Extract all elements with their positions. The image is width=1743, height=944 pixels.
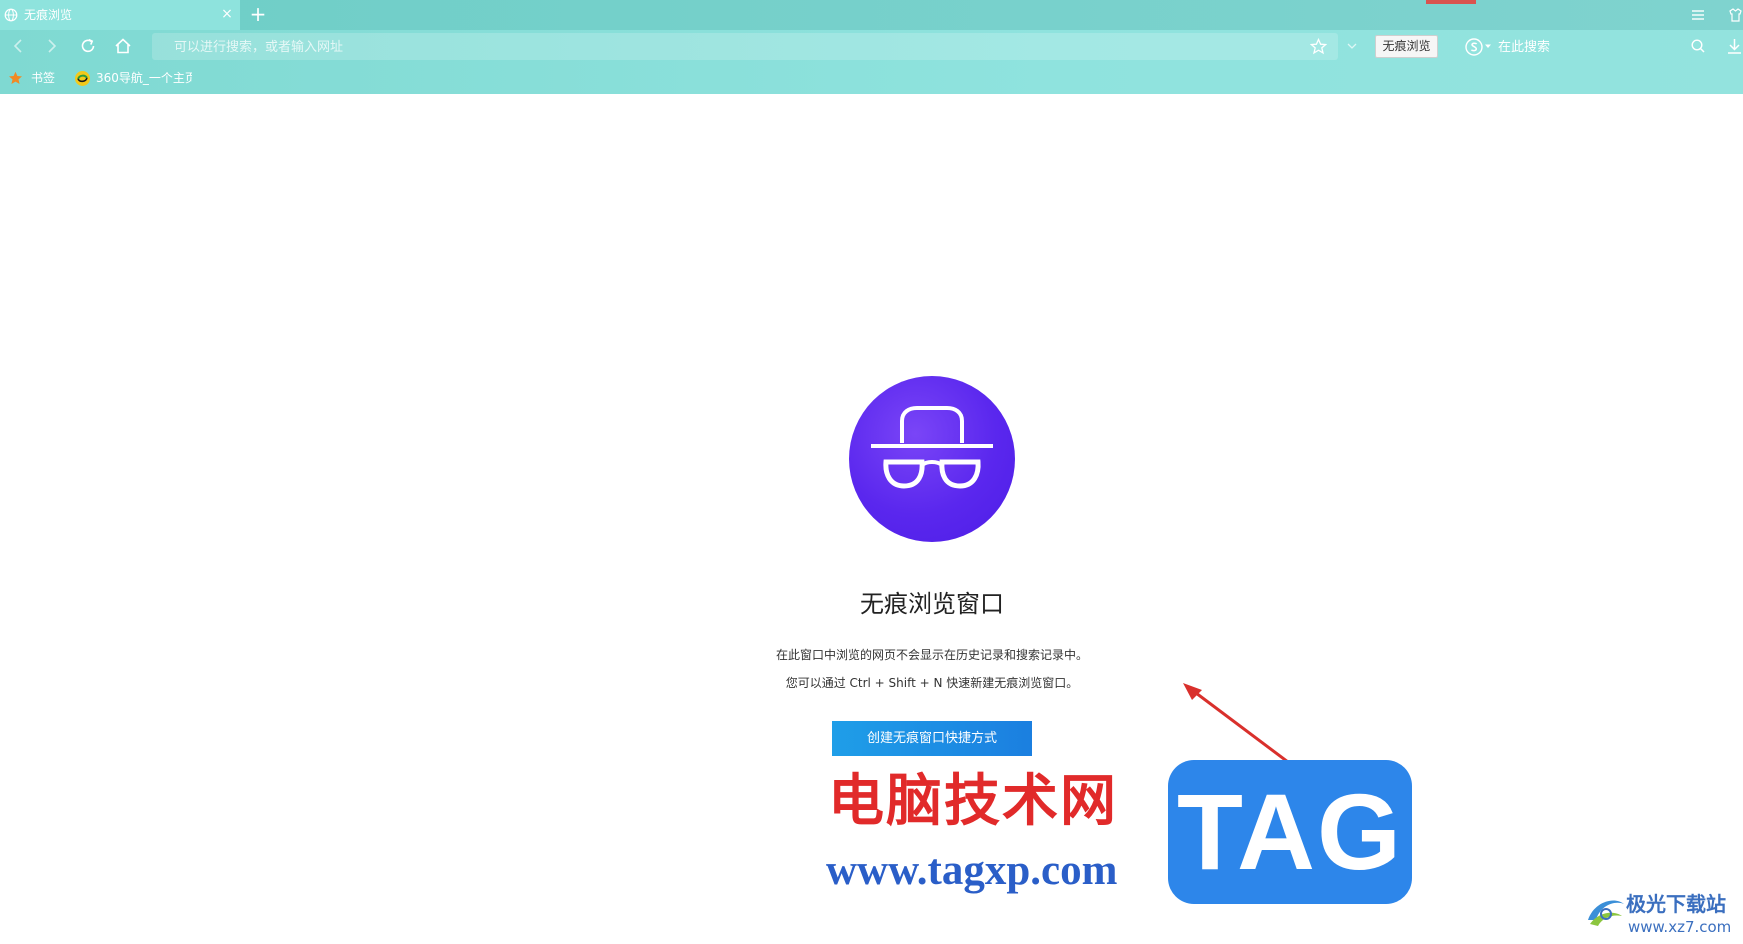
close-icon[interactable]: × bbox=[220, 6, 234, 22]
page-title: 无痕浏览窗口 bbox=[860, 590, 1004, 618]
chevron-down-icon[interactable] bbox=[1346, 40, 1358, 52]
caret-down-icon[interactable] bbox=[1484, 42, 1492, 50]
address-input[interactable] bbox=[172, 37, 1176, 58]
incognito-hat-glasses-icon bbox=[849, 376, 1015, 542]
bookmark-item-360[interactable]: 360导航_一个主页 bbox=[96, 71, 192, 86]
search-input[interactable] bbox=[1496, 36, 1680, 59]
create-shortcut-button[interactable]: 创建无痕窗口快捷方式 bbox=[832, 721, 1032, 756]
watermark-site-url: www.tagxp.com bbox=[826, 847, 1118, 894]
watermark-corner-url: www.xz7.com bbox=[1628, 918, 1732, 936]
search-box bbox=[1458, 33, 1718, 60]
bookmark-star-icon bbox=[9, 71, 22, 84]
refresh-icon[interactable] bbox=[78, 36, 98, 56]
watermark-corner-name: 极光下载站 bbox=[1626, 892, 1726, 916]
search-engine-icon[interactable] bbox=[1464, 37, 1484, 57]
address-bar bbox=[152, 33, 1338, 60]
star-icon[interactable] bbox=[1310, 38, 1327, 55]
download-icon[interactable] bbox=[1726, 37, 1743, 55]
watermark-tag-logo: TAG bbox=[1168, 760, 1412, 904]
browser-chrome: 无痕浏览 × + 可以进行搜索，或者输入网址 无痕浏览 在此搜索 书签 360导… bbox=[0, 0, 1743, 94]
menu-icon[interactable] bbox=[1690, 7, 1706, 23]
description-line-2: 您可以通过 Ctrl + Shift + N 快速新建无痕浏览窗口。 bbox=[785, 676, 1079, 690]
watermark-site-name: 电脑技术网 bbox=[828, 768, 1118, 834]
tab-title: 无痕浏览 bbox=[24, 8, 73, 22]
browser-window: 无痕浏览 × + 可以进行搜索，或者输入网址 无痕浏览 在此搜索 书签 360导… bbox=[0, 0, 1743, 944]
aurora-logo-icon bbox=[1588, 900, 1624, 926]
back-arrow-icon[interactable] bbox=[8, 36, 28, 56]
360-nav-icon bbox=[75, 71, 90, 86]
globe-icon bbox=[4, 8, 18, 22]
tab-incognito[interactable]: 无痕浏览 × bbox=[0, 0, 240, 30]
home-icon[interactable] bbox=[113, 36, 133, 56]
skin-icon[interactable] bbox=[1728, 7, 1743, 23]
window-indicator bbox=[1426, 0, 1476, 4]
description-line-1: 在此窗口中浏览的网页不会显示在历史记录和搜索记录中。 bbox=[775, 648, 1088, 662]
tab-strip: 无痕浏览 × + bbox=[0, 0, 1743, 30]
incognito-badge[interactable]: 无痕浏览 bbox=[1375, 35, 1438, 58]
new-tab-button[interactable]: + bbox=[248, 3, 268, 25]
search-icon[interactable] bbox=[1690, 38, 1706, 54]
forward-arrow-icon[interactable] bbox=[42, 36, 62, 56]
bookmarks-label[interactable]: 书签 bbox=[31, 71, 55, 86]
